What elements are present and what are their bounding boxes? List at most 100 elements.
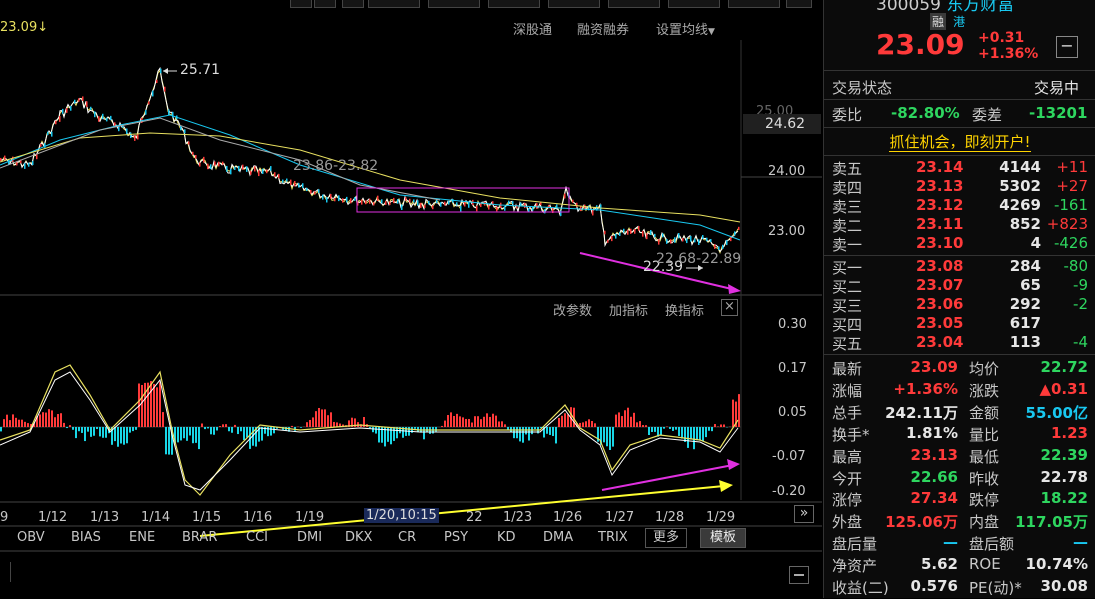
ask-row: 卖三23.124269-161 bbox=[824, 196, 1095, 215]
quote-value: 22.39 bbox=[1041, 446, 1088, 464]
tab-cr[interactable]: CR bbox=[398, 530, 416, 545]
histogram-bar bbox=[270, 427, 272, 436]
histogram-bar bbox=[591, 421, 593, 427]
tab-dmi[interactable]: DMI bbox=[297, 530, 322, 545]
bid-row: 买一23.08284-80 bbox=[824, 257, 1095, 276]
candle bbox=[246, 166, 248, 172]
edit-params-link[interactable]: 改参数 bbox=[553, 300, 592, 319]
histogram-bar bbox=[522, 427, 524, 443]
ask-volume: 4144 bbox=[999, 158, 1041, 176]
candle bbox=[242, 165, 244, 170]
switch-indicator-link[interactable]: 换指标 bbox=[665, 300, 704, 319]
ask-price: 23.12 bbox=[916, 196, 963, 214]
ask-label: 卖五 bbox=[832, 158, 862, 179]
tab-kd[interactable]: KD bbox=[497, 530, 516, 545]
quote-value: 242.11万 bbox=[885, 402, 958, 423]
quote-row: 最新23.09均价22.72 bbox=[824, 358, 1095, 380]
scroll-right-button[interactable]: » bbox=[794, 505, 814, 523]
histogram-bar bbox=[468, 419, 470, 427]
histogram-bar bbox=[639, 421, 641, 427]
bid-change: -9 bbox=[1073, 276, 1088, 294]
histogram-bar bbox=[129, 427, 131, 433]
kline-chart-area[interactable]: 23.09↓ 深股通 融资融券 设置均线▼ 25.71 bbox=[0, 0, 822, 598]
candle bbox=[420, 203, 422, 208]
ask-label: 卖四 bbox=[832, 177, 862, 198]
histogram-bar bbox=[459, 416, 461, 427]
bid-label: 买三 bbox=[832, 295, 862, 316]
quote-row: 盘后量—盘后额— bbox=[824, 533, 1095, 555]
histogram-bar bbox=[333, 422, 335, 427]
histogram-bar bbox=[660, 427, 662, 435]
candle bbox=[40, 144, 42, 147]
histogram-bar bbox=[153, 384, 155, 427]
histogram-bar bbox=[720, 424, 722, 427]
histogram-bar bbox=[690, 427, 692, 439]
range-annotation: 23.86-23.82 bbox=[293, 158, 378, 174]
histogram-bar bbox=[75, 427, 77, 438]
histogram-bar bbox=[462, 417, 464, 427]
candle bbox=[405, 197, 407, 200]
quote-label: 盘后量 bbox=[832, 533, 877, 554]
template-button[interactable]: 模板 bbox=[700, 528, 746, 548]
candle bbox=[274, 172, 276, 177]
quote-row: 换手*1.81%量比1.23 bbox=[824, 424, 1095, 446]
collapse-button[interactable]: − bbox=[1056, 36, 1078, 58]
histogram-bar bbox=[681, 427, 683, 439]
candle bbox=[508, 201, 510, 204]
tab-dkx[interactable]: DKX bbox=[345, 530, 372, 545]
open-account-promo[interactable]: 抓住机会，即刻开户! bbox=[824, 131, 1095, 151]
histogram-bar bbox=[642, 425, 644, 427]
histogram-bar bbox=[219, 426, 221, 427]
promo-text: 抓住机会，即刻开户! bbox=[889, 133, 1030, 152]
tab-dma[interactable]: DMA bbox=[543, 530, 573, 545]
ask-change: -161 bbox=[1054, 196, 1088, 214]
histogram-bar bbox=[636, 422, 638, 427]
candle bbox=[564, 194, 566, 199]
histogram-bar bbox=[324, 409, 326, 427]
candle bbox=[226, 166, 228, 172]
quote-row: 收益(二)0.576PE(动)*30.08 bbox=[824, 577, 1095, 599]
tab-obv[interactable]: OBV bbox=[17, 530, 45, 545]
ind-tick-3: 0.05 bbox=[778, 405, 807, 420]
candle bbox=[722, 245, 724, 249]
candle bbox=[318, 189, 320, 193]
add-indicator-link[interactable]: 加指标 bbox=[609, 300, 648, 319]
histogram-bar bbox=[669, 427, 671, 429]
ask-label: 卖三 bbox=[832, 196, 862, 217]
histogram-bar bbox=[495, 416, 497, 427]
candle bbox=[385, 201, 387, 205]
more-tabs-button[interactable]: 更多 bbox=[645, 528, 687, 548]
histogram-bar bbox=[315, 411, 317, 427]
tab-trix[interactable]: TRIX bbox=[598, 530, 628, 545]
candle bbox=[354, 197, 356, 201]
candle bbox=[698, 239, 700, 245]
window-restore-icon[interactable] bbox=[789, 566, 809, 584]
histogram-bar bbox=[81, 427, 83, 433]
bid-row: 买三23.06292-2 bbox=[824, 295, 1095, 314]
tab-cci[interactable]: CCI bbox=[246, 530, 268, 545]
quote-value: — bbox=[943, 533, 958, 551]
tab-brar[interactable]: BRAR bbox=[182, 530, 217, 545]
histogram-bar bbox=[606, 427, 608, 446]
quote-value: 5.62 bbox=[921, 555, 958, 573]
candle bbox=[230, 169, 232, 174]
ask-row: 卖五23.144144+11 bbox=[824, 158, 1095, 177]
histogram-bar bbox=[240, 427, 242, 431]
ind-tick-2: 0.17 bbox=[778, 361, 807, 376]
x-tick: 1/29 bbox=[706, 510, 735, 525]
quote-label: 换手* bbox=[832, 424, 870, 445]
histogram-bar bbox=[201, 423, 203, 427]
close-indicator-button[interactable]: × bbox=[721, 299, 738, 316]
ask-price: 23.14 bbox=[916, 158, 963, 176]
tab-psy[interactable]: PSY bbox=[444, 530, 468, 545]
tab-ene[interactable]: ENE bbox=[129, 530, 155, 545]
quote-value: 117.05万 bbox=[1015, 511, 1088, 532]
candle bbox=[464, 202, 466, 207]
candle bbox=[250, 171, 252, 175]
histogram-bar bbox=[684, 427, 686, 442]
tab-bias[interactable]: BIAS bbox=[71, 530, 101, 545]
histogram-bar bbox=[582, 422, 584, 427]
histogram-bar bbox=[135, 427, 137, 430]
histogram-bar bbox=[105, 427, 107, 438]
candle bbox=[726, 240, 728, 245]
